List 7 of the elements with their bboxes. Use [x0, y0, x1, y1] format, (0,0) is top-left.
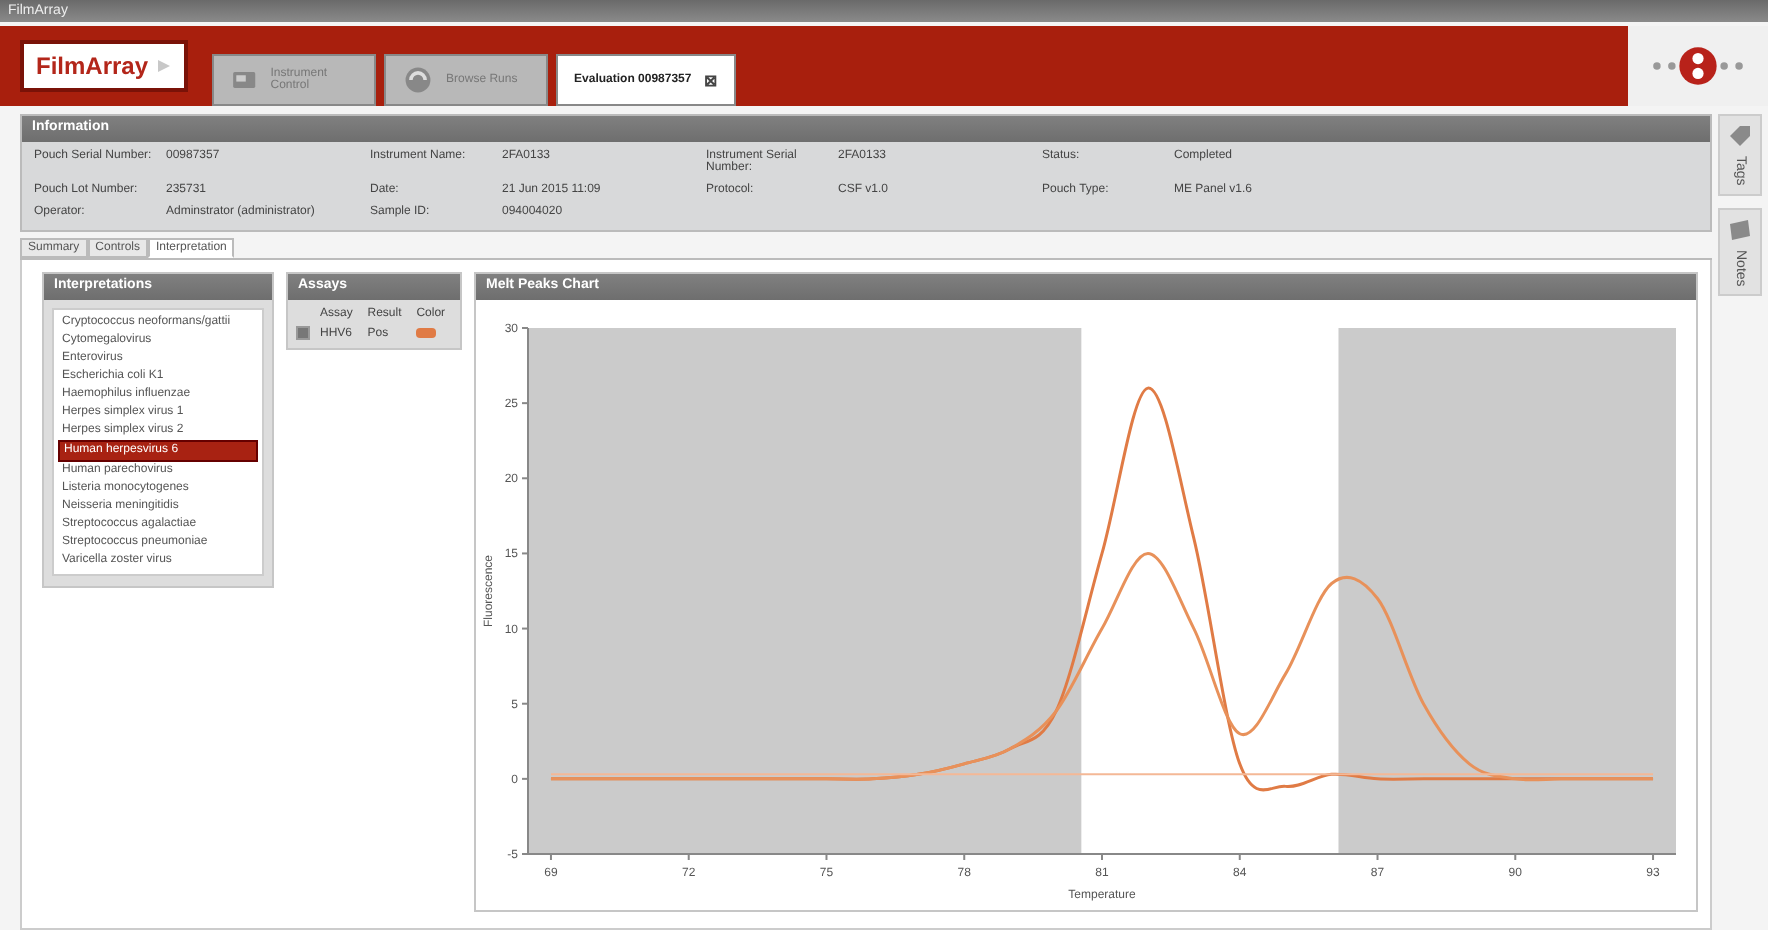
globe-icon: [402, 64, 435, 96]
arrow-icon: [156, 58, 173, 74]
logo-button[interactable]: FilmArray: [20, 40, 189, 92]
note-icon: [1728, 217, 1752, 242]
tag-icon: [1728, 124, 1752, 148]
close-button[interactable]: ⊠: [704, 71, 719, 89]
checkbox[interactable]: [296, 326, 310, 340]
